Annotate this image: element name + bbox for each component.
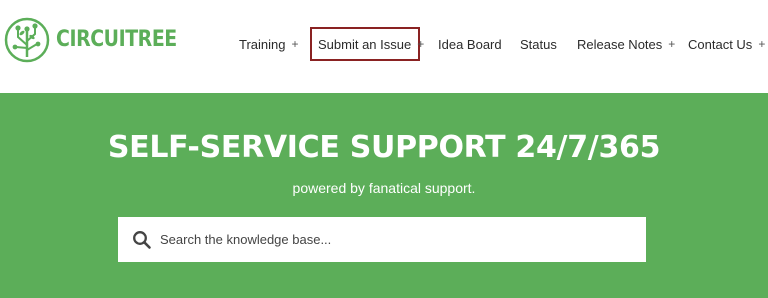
nav-item-idea-board[interactable]: Idea Board xyxy=(438,27,502,61)
nav-item-label: Idea Board xyxy=(438,36,502,52)
nav-item-label: Contact Us xyxy=(688,36,753,52)
plus-icon[interactable]: + xyxy=(668,37,675,51)
plus-icon[interactable]: + xyxy=(291,37,298,51)
site-header: CIRCUITREE Training + Submit an Issue + … xyxy=(0,0,768,93)
nav-item-submit-issue[interactable]: Submit an Issue + xyxy=(310,27,424,61)
nav-item-status[interactable]: Status xyxy=(520,27,557,61)
hero-banner: SELF-SERVICE SUPPORT 24/7/365 powered by… xyxy=(0,93,768,298)
nav-item-release-notes[interactable]: Release Notes + xyxy=(577,27,675,61)
main-nav: Training + Submit an Issue + Idea Board … xyxy=(0,27,768,61)
nav-item-label: Submit an Issue xyxy=(318,36,412,52)
search-input[interactable] xyxy=(160,232,630,247)
nav-item-contact-us[interactable]: Contact Us + xyxy=(688,27,765,61)
nav-item-label: Release Notes xyxy=(577,36,663,52)
plus-icon[interactable]: + xyxy=(758,37,765,51)
search-bar[interactable] xyxy=(118,217,646,262)
nav-item-label: Training xyxy=(239,36,286,52)
hero-subtitle: powered by fanatical support. xyxy=(292,180,476,196)
search-icon xyxy=(133,230,151,249)
nav-item-label: Status xyxy=(520,36,557,52)
nav-item-training[interactable]: Training + xyxy=(239,27,299,61)
plus-icon[interactable]: + xyxy=(417,37,424,51)
page-title: SELF-SERVICE SUPPORT 24/7/365 xyxy=(107,130,661,165)
